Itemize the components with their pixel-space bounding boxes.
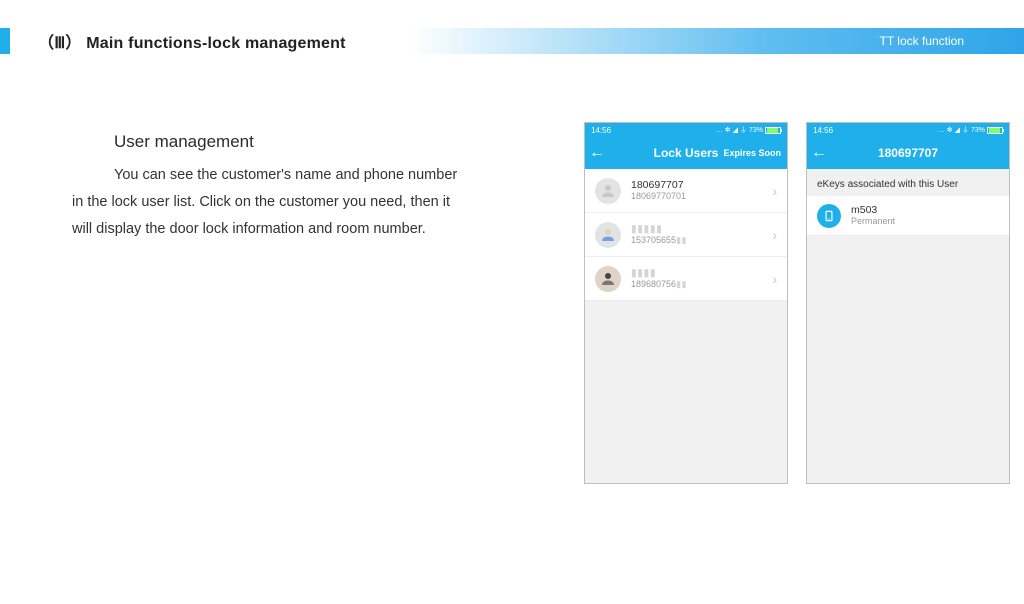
signal-icon: ◢ [733,126,738,134]
avatar [595,266,621,292]
person-icon [599,226,617,244]
section-heading: User management [114,132,572,152]
user-name: ▮▮▮▮ [631,267,768,280]
list-item[interactable]: ▮▮▮▮▮ 153705655▮▮ › [585,213,787,257]
user-name: 180697707 [631,179,768,192]
ekey-icon [817,204,841,228]
app-bar: ← Lock Users Expires Soon [585,137,787,169]
lock-icon [822,209,836,223]
battery-pct: 73% [971,127,985,134]
section-label: eKeys associated with this User [807,169,1009,196]
back-icon[interactable]: ← [807,145,831,161]
content-area: User management You can see the customer… [0,54,1024,484]
avatar [595,222,621,248]
avatar [595,178,621,204]
page-title: （Ⅲ） Main functions-lock management [38,29,346,53]
battery-icon [765,127,781,134]
phone-user-detail: 14:56 … ✻ ◢ ⏚ 73% ← 180697707 eKeys asso… [806,122,1010,484]
battery-pct: 73% [749,127,763,134]
bluetooth-icon: … ✻ [938,126,953,134]
bluetooth-icon: … ✻ [716,126,731,134]
body-line-1: You can see the customer's name and phon… [114,167,457,183]
list-item[interactable]: 180697707 18069770701 › [585,169,787,213]
person-icon [599,182,617,200]
person-icon [599,270,617,288]
header-subtitle: TT lock function [880,34,964,48]
user-phone: 153705655▮▮ [631,235,768,246]
list-item[interactable]: m503 Permanent [807,196,1009,236]
header-accent-bar [0,28,10,54]
phone-screenshots: 14:56 … ✻ ◢ ⏚ 73% ← Lock Users Expires S… [584,122,1010,484]
user-name: ▮▮▮▮▮ [631,223,768,236]
wifi-icon: ⏚ [740,125,747,135]
status-icons: … ✻ ◢ ⏚ 73% [938,125,1003,135]
wifi-icon: ⏚ [962,125,969,135]
status-bar: 14:56 … ✻ ◢ ⏚ 73% [807,123,1009,137]
ekey-list: m503 Permanent [807,196,1009,236]
description-block: User management You can see the customer… [72,132,572,484]
status-time: 14:56 [591,126,611,135]
body-line-3: will display the door lock information a… [72,221,426,237]
ekey-type: Permanent [851,216,999,227]
body-line-2: in the lock user list. Click on the cust… [72,194,450,210]
status-time: 14:56 [813,126,833,135]
battery-icon [987,127,1003,134]
list-item[interactable]: ▮▮▮▮ 189680756▮▮ › [585,257,787,301]
user-list: 180697707 18069770701 › ▮▮▮▮▮ 153705655▮… [585,169,787,301]
chevron-right-icon: › [772,227,777,243]
back-icon[interactable]: ← [585,145,609,161]
user-phone: 18069770701 [631,191,768,202]
phone-lock-users: 14:56 … ✻ ◢ ⏚ 73% ← Lock Users Expires S… [584,122,788,484]
status-bar: 14:56 … ✻ ◢ ⏚ 73% [585,123,787,137]
page-header: （Ⅲ） Main functions-lock management TT lo… [0,28,1024,54]
status-icons: … ✻ ◢ ⏚ 73% [716,125,781,135]
screen-title: 180697707 [807,146,1009,160]
signal-icon: ◢ [955,126,960,134]
body-text: You can see the customer's name and phon… [72,162,572,242]
ekey-name: m503 [851,204,999,217]
chevron-right-icon: › [772,271,777,287]
chevron-right-icon: › [772,183,777,199]
app-bar: ← 180697707 [807,137,1009,169]
expires-soon-button[interactable]: Expires Soon [723,148,781,158]
user-phone: 189680756▮▮ [631,279,768,290]
